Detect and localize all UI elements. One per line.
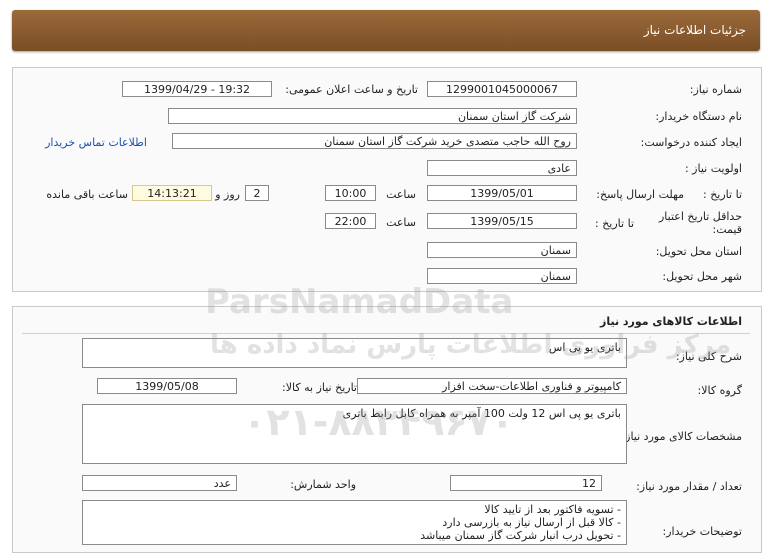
goods-section-title: اطلاعات کالاهای مورد نیاز bbox=[600, 315, 742, 328]
deadline-date-field: 1399/05/01 bbox=[427, 185, 577, 201]
buyer-note-line: - تسویه فاکتور بعد از تایید کالا bbox=[484, 503, 621, 516]
validity-date-field: 1399/05/15 bbox=[427, 213, 577, 229]
response-deadline-label: مهلت ارسال پاسخ: bbox=[596, 188, 684, 201]
delivery-city-label: شهر محل تحویل: bbox=[662, 270, 742, 283]
buyer-org-label: نام دستگاه خریدار: bbox=[655, 110, 742, 123]
validity-time-label: ساعت bbox=[386, 216, 416, 229]
goods-section-divider bbox=[22, 333, 750, 334]
quantity-field: 12 bbox=[450, 475, 602, 491]
goods-group-label: گروه کالا: bbox=[697, 384, 742, 397]
delivery-province-field: سمنان bbox=[427, 242, 577, 258]
need-number-field: 1299001045000067 bbox=[427, 81, 577, 97]
announce-datetime-label: تاریخ و ساعت اعلان عمومی: bbox=[285, 83, 418, 96]
remaining-time-label: ساعت باقی مانده bbox=[46, 188, 128, 201]
deadline-time-label: ساعت bbox=[386, 188, 416, 201]
page-header-bar: جزئیات اطلاعات نیاز bbox=[12, 10, 760, 51]
days-label: روز و bbox=[215, 188, 240, 201]
deadline-to-date-label: تا تاریخ : bbox=[703, 188, 742, 201]
buyer-notes-field: - تسویه فاکتور بعد از تایید کالا - کالا … bbox=[82, 500, 627, 545]
page-title: جزئیات اطلاعات نیاز bbox=[643, 23, 746, 37]
delivery-city-field: سمنان bbox=[427, 268, 577, 284]
priority-field: عادی bbox=[427, 160, 577, 176]
buyer-org-field: شرکت گاز استان سمنان bbox=[168, 108, 577, 124]
days-remaining-field: 2 bbox=[245, 185, 269, 201]
need-number-label: شماره نیاز: bbox=[689, 83, 742, 96]
announce-datetime-field: 1399/04/29 - 19:32 bbox=[122, 81, 272, 97]
need-date-field: 1399/05/08 bbox=[97, 378, 237, 394]
unit-label: واحد شمارش: bbox=[290, 478, 356, 491]
request-creator-field: روح الله حاجب متصدی خرید شرکت گاز استان … bbox=[172, 133, 577, 149]
buyer-note-line: - تحویل درب انبار شرکت گاز سمنان میباشد bbox=[420, 529, 621, 542]
quantity-label: تعداد / مقدار مورد نیاز: bbox=[636, 480, 742, 493]
delivery-province-label: استان محل تحویل: bbox=[655, 245, 742, 258]
general-description-field: باتری یو پی اس bbox=[82, 338, 627, 368]
buyer-contact-link[interactable]: اطلاعات تماس خریدار bbox=[45, 136, 147, 149]
need-info-panel bbox=[12, 67, 762, 292]
buyer-notes-label: توضیحات خریدار: bbox=[662, 525, 743, 538]
goods-spec-label: مشخصات کالای مورد نیاز: bbox=[621, 430, 742, 443]
price-validity-label: حداقل تاریخ اعتبار قیمت: bbox=[658, 210, 742, 236]
need-date-label: تاریخ نیاز به کالا: bbox=[282, 381, 357, 394]
deadline-time-field: 10:00 bbox=[325, 185, 376, 201]
buyer-note-line: - کالا قبل از ارسال نیاز به بازرسی دارد bbox=[442, 516, 621, 529]
validity-to-date-label: تا تاریخ : bbox=[595, 217, 634, 230]
unit-field: عدد bbox=[82, 475, 237, 491]
request-creator-label: ایجاد کننده درخواست: bbox=[640, 136, 742, 149]
priority-label: اولویت نیاز : bbox=[684, 162, 742, 175]
goods-group-field: کامپیوتر و فناوری اطلاعات-سخت افزار bbox=[357, 378, 627, 394]
validity-time-field: 22:00 bbox=[325, 213, 376, 229]
goods-spec-field: باتری یو پی اس 12 ولت 100 آمپر به همراه … bbox=[82, 404, 627, 464]
general-description-label: شرح کلی نیاز: bbox=[675, 350, 742, 363]
remaining-time-field: 14:13:21 bbox=[132, 185, 212, 201]
